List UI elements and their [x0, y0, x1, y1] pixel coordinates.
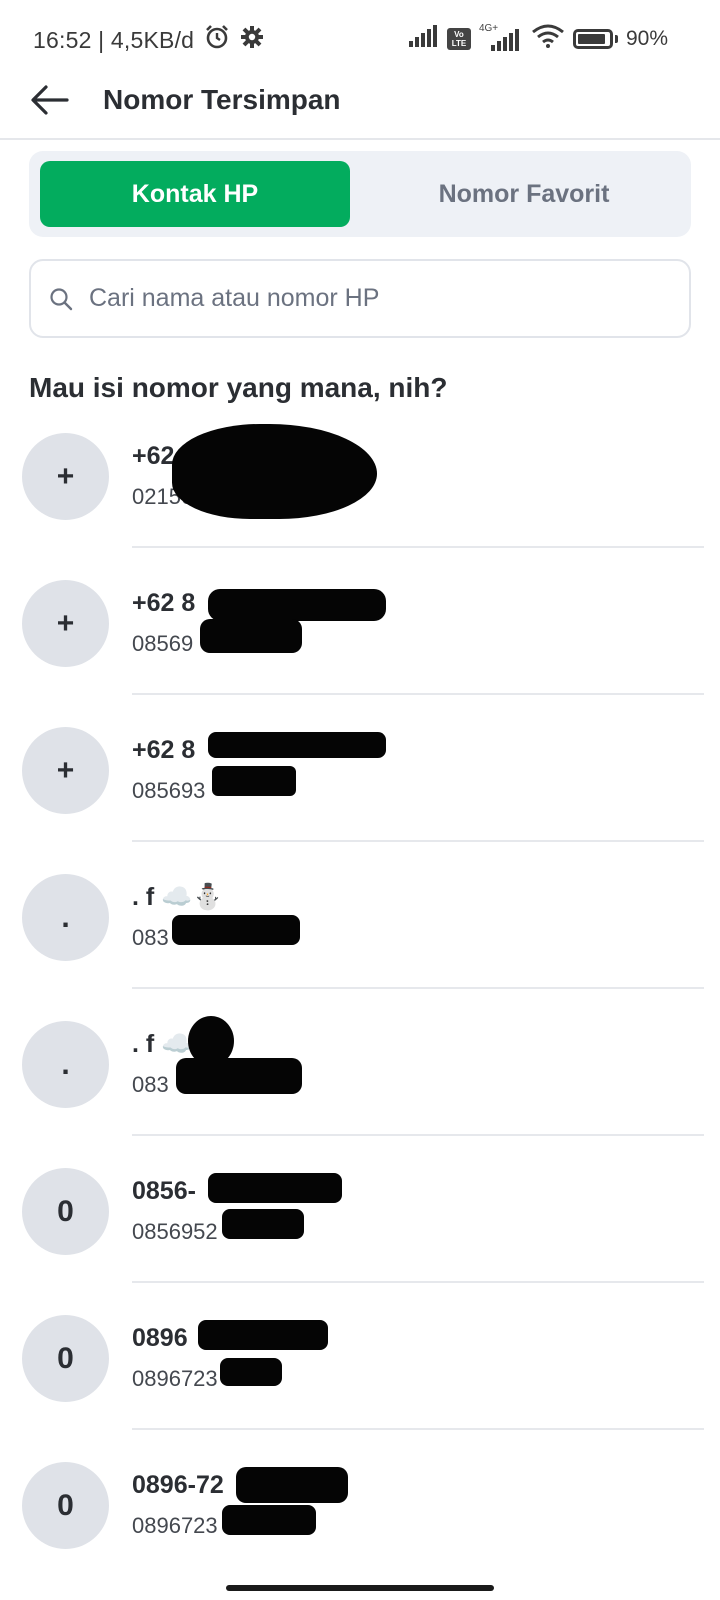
tab-kontak-hp[interactable]: Kontak HP [40, 161, 350, 227]
contact-number: 0896723 [132, 1513, 218, 1538]
contact-name: 0896-72 [132, 1471, 224, 1499]
contact-name: 0896 [132, 1324, 188, 1352]
arrow-left-icon [30, 84, 70, 121]
avatar: . [22, 1021, 109, 1108]
redaction-mark [236, 1467, 348, 1503]
contact-name: +62 8 [132, 589, 196, 617]
tab-nomor-favorit[interactable]: Nomor Favorit [369, 161, 679, 227]
section-title: Mau isi nomor yang mana, nih? [29, 372, 448, 403]
redaction-mark [200, 619, 302, 653]
redaction-mark [176, 1058, 302, 1094]
redaction-mark [172, 915, 300, 945]
contact-item[interactable]: 0 0856- 0856952 [0, 1159, 720, 1306]
search-input[interactable] [89, 284, 649, 313]
contact-item[interactable]: . . f ☁️ 083 [0, 1012, 720, 1159]
settings-icon [240, 25, 264, 55]
battery-icon [572, 29, 618, 49]
segmented-tabs: Kontak HP Nomor Favorit [29, 151, 691, 237]
network-signal-icon: 4G+ [479, 23, 523, 53]
divider [132, 546, 704, 548]
contact-number: 083 [132, 1072, 169, 1097]
contact-number: 0896723 [132, 1366, 218, 1391]
contact-item[interactable]: . . f ☁️⛄ 083 [0, 865, 720, 1012]
avatar: + [22, 580, 109, 667]
alarm-icon [204, 24, 230, 56]
redaction-mark [212, 766, 296, 796]
divider [132, 1281, 704, 1283]
divider [132, 693, 704, 695]
redaction-mark [222, 1505, 316, 1535]
contact-item[interactable]: + +62 8 08569 [0, 571, 720, 718]
status-time: 16:52 | 4,5KB/d [33, 26, 195, 53]
avatar: + [22, 433, 109, 520]
contact-number: 085693 [132, 778, 206, 803]
contact-item[interactable]: 0 0896-72 0896723 [0, 1453, 720, 1600]
avatar: 0 [22, 1168, 109, 1255]
battery-percent: 90% [625, 27, 668, 50]
back-button[interactable] [26, 82, 74, 122]
avatar: + [22, 727, 109, 814]
contact-number: 08569 [132, 631, 194, 656]
redaction-mark [220, 1358, 282, 1386]
status-right: Vo LTE 4G+ 90% [408, 23, 668, 54]
avatar: . [22, 874, 109, 961]
redaction-mark [208, 732, 386, 758]
contact-name: 0856- [132, 1177, 196, 1205]
page-title: Nomor Tersimpan [103, 84, 341, 115]
redaction-mark [208, 589, 386, 621]
clock-text: 16:52 [33, 26, 92, 53]
contact-item[interactable]: 0 0896 0896723 [0, 1306, 720, 1453]
contact-number: 083 [132, 925, 169, 950]
divider [132, 987, 704, 989]
contact-name: . f ☁️⛄ [132, 883, 224, 911]
contact-name: +62 [132, 442, 175, 470]
home-indicator[interactable] [226, 1585, 494, 1591]
signal-icon [408, 25, 439, 53]
redaction-mark [198, 1320, 328, 1350]
redaction-mark [222, 1209, 304, 1239]
avatar: 0 [22, 1315, 109, 1402]
network-speed-text: 4,5KB/d [110, 26, 195, 53]
wifi-icon [531, 24, 565, 54]
divider [132, 1134, 704, 1136]
status-left: 16:52 | 4,5KB/d [33, 24, 264, 56]
contact-list: + +62 02150 + +62 8 08569 + +62 8 085693… [0, 424, 720, 1600]
redaction-mark [208, 1173, 342, 1203]
volte-icon: Vo LTE [446, 28, 471, 50]
contact-item[interactable]: + +62 02150 [0, 424, 720, 571]
avatar: 0 [22, 1462, 109, 1549]
contact-name: +62 8 [132, 736, 196, 764]
divider [132, 1428, 704, 1430]
status-bar: 16:52 | 4,5KB/d Vo LTE 4G+ 90% [0, 0, 720, 76]
divider [132, 840, 704, 842]
app-header: Nomor Tersimpan [0, 70, 720, 140]
contact-item[interactable]: + +62 8 085693 [0, 718, 720, 865]
redaction-mark [172, 424, 377, 519]
contact-number: 0856952 [132, 1219, 218, 1244]
search-icon [49, 286, 75, 312]
search-box[interactable] [29, 259, 691, 338]
contact-name: . f ☁️ [132, 1030, 193, 1058]
